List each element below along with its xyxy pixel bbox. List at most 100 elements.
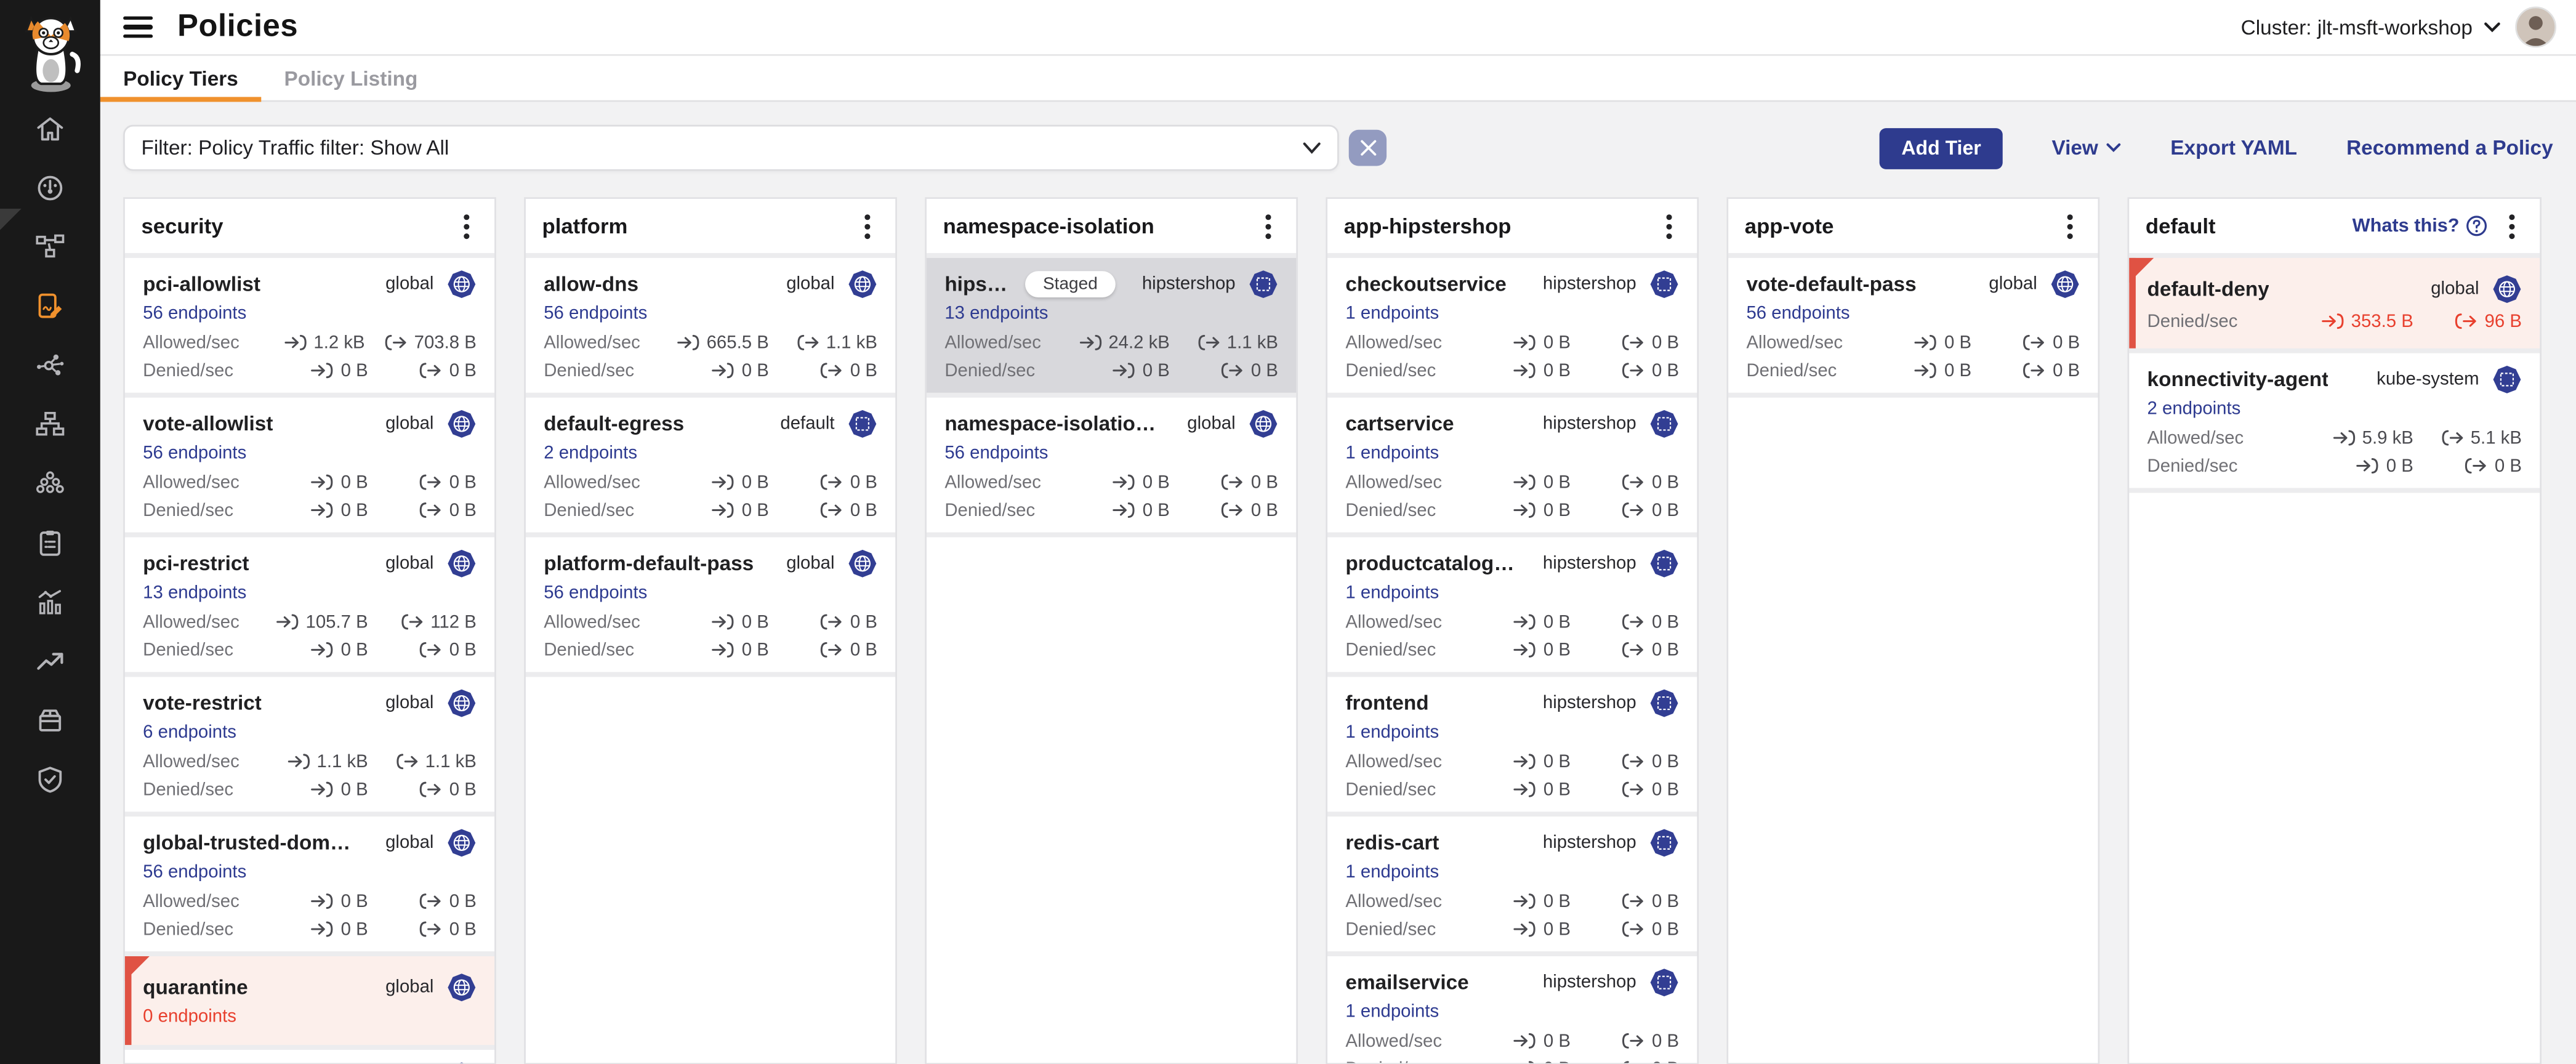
policy-card-vote-default-pass[interactable]: vote-default-passglobal56 endpointsAllow… [1728,258,2098,393]
policy-card-default-deny[interactable]: default-denyglobalDenied/sec353.5 B96 B [2129,258,2540,349]
egress-arrow-icon [1222,473,1244,491]
stat-label: Denied/sec [143,640,233,659]
sidebar-item-clusters[interactable] [30,467,70,499]
policy-card-allow-dns[interactable]: allow-dnsglobal56 endpointsAllowed/sec66… [526,258,895,393]
export-yaml-button[interactable]: Export YAML [2170,136,2297,159]
endpoints-link[interactable]: 1 endpoints [1345,1002,1679,1024]
policy-card-checkoutservice[interactable]: checkoutservicehipstershop1 endpointsAll… [1327,258,1697,393]
endpoints-link[interactable]: 13 endpoints [944,304,1278,326]
traffic-stat-row: Denied/sec0 B0 B [1345,639,1679,661]
add-tier-button[interactable]: Add Tier [1880,127,2003,169]
view-menu-button[interactable]: View [2051,136,2121,159]
endpoints-link[interactable]: 1 endpoints [1345,863,1679,884]
whats-this-label: Whats this? [2353,216,2460,236]
tier-menu-button[interactable] [1257,213,1279,240]
stat-label: Allowed/sec [1345,752,1442,772]
ingress-value: 0 B [742,472,769,492]
tier-title: namespace-isolation [943,214,1154,238]
clear-filter-button[interactable] [1349,130,1387,166]
sidebar-item-package[interactable] [30,703,70,736]
endpoints-link[interactable]: 56 endpoints [143,443,477,465]
policy-card-frontend[interactable]: frontendhipstershop1 endpointsAllowed/se… [1327,677,1697,812]
ingress-arrow-icon [1514,1032,1537,1050]
policy-card-vote-allowlist[interactable]: vote-allowlistglobal56 endpointsAllowed/… [125,398,494,533]
tier-menu-button[interactable] [1657,213,1680,240]
policy-card-platform-default-pass[interactable]: platform-default-passglobal56 endpointsA… [526,538,895,672]
endpoints-link[interactable]: 56 endpoints [544,583,877,605]
sidebar-item-policies[interactable] [30,289,70,322]
tier-title: security [141,214,223,238]
whats-this-link[interactable]: Whats this? [2353,216,2487,237]
endpoints-link[interactable]: 56 endpoints [1746,304,2080,326]
ingress-value: 0 B [1944,361,1971,381]
user-avatar[interactable] [2515,7,2556,48]
ingress-arrow-icon [712,641,735,659]
sidebar-item-dashboard[interactable] [30,171,70,204]
policy-filter-dropdown[interactable]: Filter: Policy Traffic filter: Show All [123,125,1339,171]
policy-name: default-deny [2147,278,2269,300]
policy-card-cartservice[interactable]: cartservicehipstershop1 endpointsAllowed… [1327,398,1697,533]
egress-value: 0 B [850,472,877,492]
policy-scope-label: hipstershop [1543,833,1636,853]
stat-label: Denied/sec [944,501,1035,520]
policy-card-productcatalogservice[interactable]: productcatalogservicehipstershop1 endpoi… [1327,538,1697,672]
sidebar-item-metrics[interactable] [30,585,70,618]
tier-menu-button[interactable] [2500,213,2523,240]
policy-card-vote-restrict[interactable]: vote-restrictglobal6 endpointsAllowed/se… [125,677,494,812]
endpoints-link[interactable]: 1 endpoints [1345,443,1679,465]
endpoints-link[interactable]: 2 endpoints [544,443,877,465]
policy-card-pci-allowlist[interactable]: pci-allowlistglobal56 endpointsAllowed/s… [125,258,494,393]
stat-label: Allowed/sec [143,472,239,492]
stat-label: Allowed/sec [1345,892,1442,911]
calico-cat-logo[interactable] [0,0,100,102]
policy-card-konnectivity-agent[interactable]: konnectivity-agentkube-system2 endpoints… [2129,353,2540,488]
ingress-value: 0 B [1544,752,1571,772]
tier-title: default [2146,214,2216,238]
endpoints-link[interactable]: 1 endpoints [1345,723,1679,744]
policy-scope-label: default [780,414,834,433]
sidebar-item-service-graph[interactable] [30,349,70,381]
endpoints-link[interactable]: 1 endpoints [1345,583,1679,605]
tier-menu-button[interactable] [2058,213,2081,240]
policy-card-namespace-isolation-default-p[interactable]: namespace-isolation-default-p…global56 e… [927,398,1296,533]
tab-policy-tiers[interactable]: Policy Tiers [100,56,261,100]
tier-empty-area [526,677,895,1063]
endpoints-link[interactable]: 56 endpoints [944,443,1278,465]
endpoints-link[interactable]: 6 endpoints [143,723,477,744]
sidebar-item-shield-check[interactable] [30,762,70,795]
recommend-policy-button[interactable]: Recommend a Policy [2346,136,2553,159]
egress-value: 0 B [850,612,877,632]
tier-menu-button[interactable] [856,213,879,240]
sidebar-item-trending[interactable] [30,644,70,677]
endpoints-link[interactable]: 56 endpoints [544,304,877,326]
hamburger-menu-icon[interactable] [123,17,153,38]
sidebar-item-sitemap[interactable] [30,408,70,440]
stat-label: Allowed/sec [143,752,239,772]
policy-card-global-trusted-domains[interactable]: global-trusted-domainsglobal56 endpoints… [125,816,494,951]
sidebar-item-clipboard[interactable] [30,526,70,558]
policy-card-security-default-pass[interactable]: security-default-passglobal [125,1050,494,1064]
cluster-selector[interactable]: Cluster: jlt-msft-workshop [2241,15,2501,38]
policy-card-redis-cart[interactable]: redis-carthipstershop1 endpointsAllowed/… [1327,816,1697,951]
policy-card-quarantine[interactable]: quarantineglobal0 endpoints [125,956,494,1045]
endpoints-link[interactable]: 13 endpoints [143,583,477,605]
policy-card-pci-restrict[interactable]: pci-restrictglobal13 endpointsAllowed/se… [125,538,494,672]
endpoints-link[interactable]: 0 endpoints [143,1007,477,1029]
endpoints-link[interactable]: 56 endpoints [143,863,477,884]
globe-octagon-icon [447,549,477,578]
sidebar-item-network-flow[interactable] [30,230,70,263]
tab-policy-listing[interactable]: Policy Listing [261,56,441,100]
globe-octagon-icon [447,688,477,718]
policy-card-emailservice[interactable]: emailservicehipstershop1 endpointsAllowe… [1327,956,1697,1064]
policy-card-hipstershop-gh[interactable]: hipstershop-gh…Stagedhipstershop13 endpo… [927,258,1296,393]
egress-value: 0 B [1652,472,1679,492]
endpoints-link[interactable]: 1 endpoints [1345,304,1679,326]
tier-menu-button[interactable] [455,213,478,240]
page-title: Policies [177,9,298,46]
namespace-octagon-icon [1649,968,1679,997]
endpoints-link[interactable]: 56 endpoints [143,304,477,326]
policy-card-default-egress[interactable]: default-egressdefault2 endpointsAllowed/… [526,398,895,533]
tier-column-platform: platformallow-dnsglobal56 endpointsAllow… [524,197,897,1064]
endpoints-link[interactable]: 2 endpoints [2147,399,2522,421]
sidebar-item-home[interactable] [30,111,70,144]
